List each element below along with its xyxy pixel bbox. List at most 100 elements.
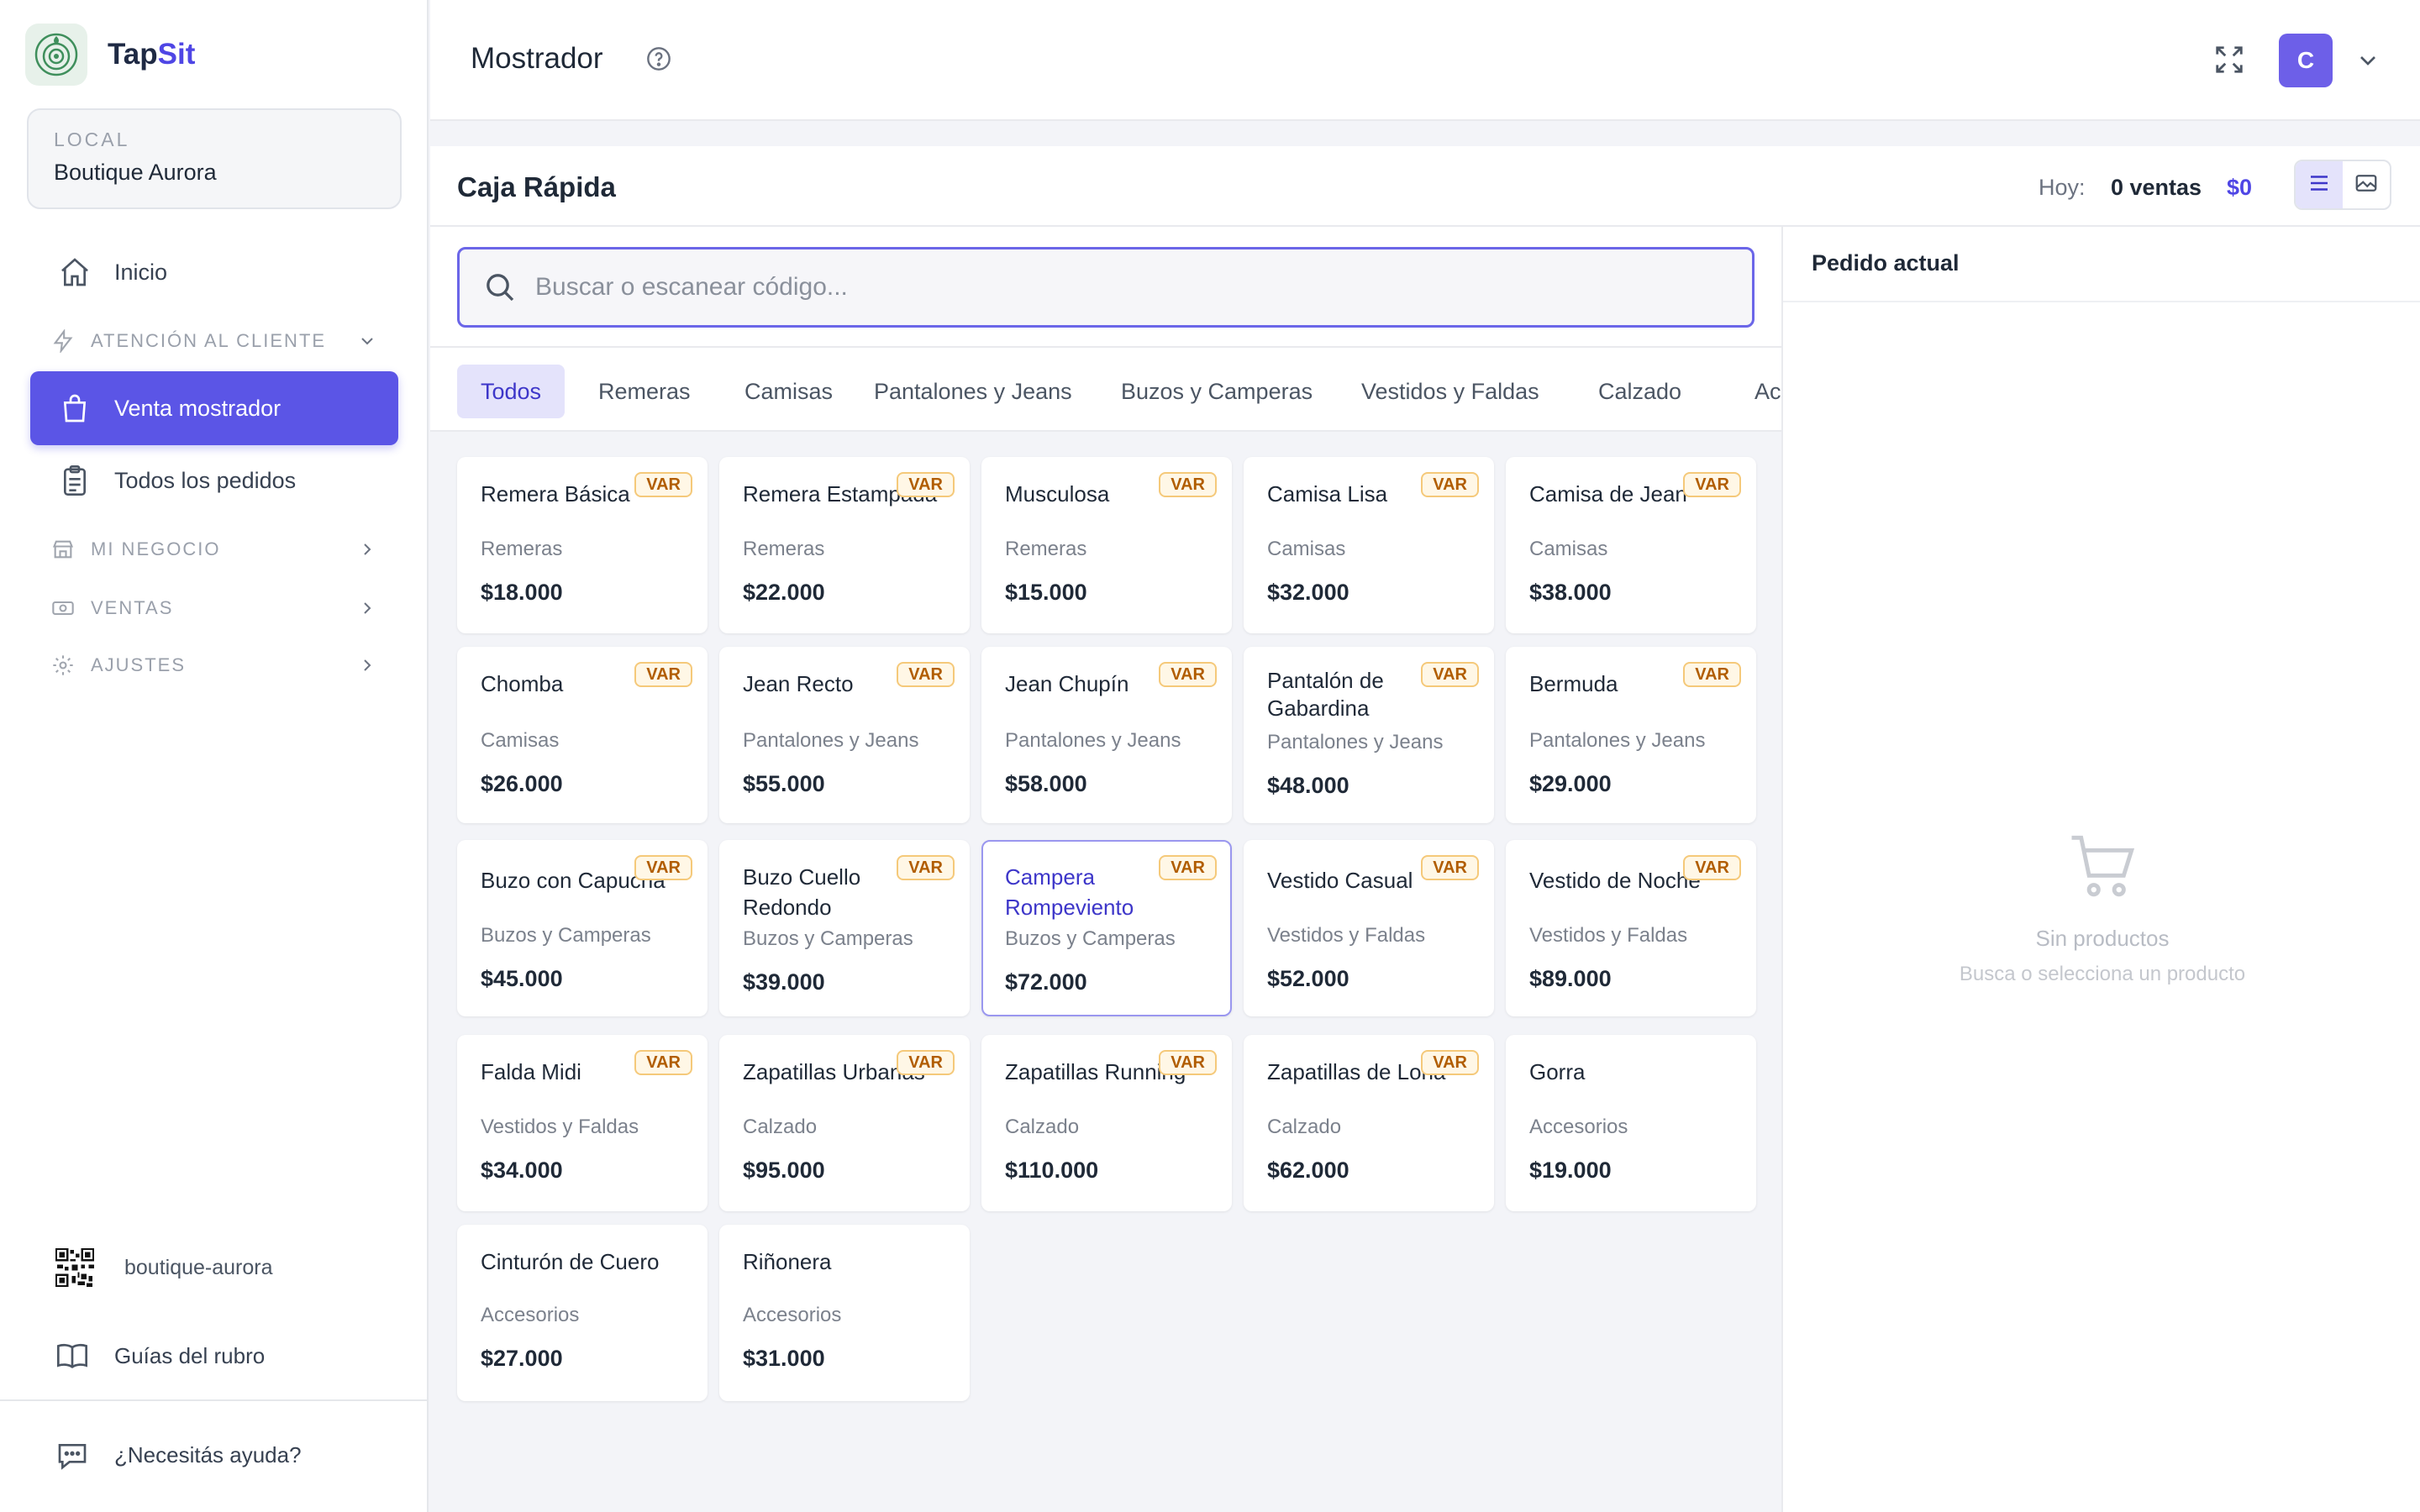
tab-camisas[interactable]: Camisas: [721, 365, 856, 418]
page-title: Mostrador: [471, 42, 603, 75]
product-card[interactable]: Zapatillas de Lona VAR Calzado $62.000: [1244, 1035, 1494, 1211]
list-view-button[interactable]: [2296, 161, 2343, 208]
product-card[interactable]: Buzo con Capucha VAR Buzos y Camperas $4…: [457, 840, 708, 1016]
product-card-selected[interactable]: Campera Rompeviento VAR Buzos y Camperas…: [981, 840, 1232, 1016]
product-category: Calzado: [1005, 1116, 1080, 1138]
brand[interactable]: TapSit: [25, 24, 195, 86]
variant-badge: VAR: [897, 662, 955, 687]
tab-pantalones[interactable]: Pantalones y Jeans: [850, 365, 1096, 418]
product-card[interactable]: Camisa Lisa VAR Camisas $32.000: [1244, 457, 1494, 633]
top-header: Mostrador C: [430, 0, 2420, 121]
variant-badge: VAR: [1159, 662, 1217, 687]
nav-item-venta-mostrador[interactable]: Venta mostrador: [30, 371, 398, 445]
product-price: $18.000: [481, 580, 563, 605]
product-card[interactable]: Bermuda VAR Pantalones y Jeans $29.000: [1506, 647, 1756, 823]
product-category: Accesorios: [743, 1304, 842, 1326]
fullscreen-icon[interactable]: [2213, 44, 2245, 76]
product-price: $48.000: [1267, 773, 1349, 798]
caja-header: Caja Rápida Hoy: 0 ventas $0: [430, 146, 2420, 227]
qr-link[interactable]: boutique-aurora: [55, 1248, 273, 1287]
product-card[interactable]: Riñonera Accesorios $31.000: [719, 1225, 970, 1401]
product-card[interactable]: Zapatillas Running VAR Calzado $110.000: [981, 1035, 1232, 1211]
variant-badge: VAR: [1421, 1050, 1479, 1075]
gear-icon: [50, 653, 76, 678]
product-card[interactable]: Jean Recto VAR Pantalones y Jeans $55.00…: [719, 647, 970, 823]
variant-badge: VAR: [1159, 855, 1217, 880]
nav-item-todos-pedidos[interactable]: Todos los pedidos: [30, 444, 398, 517]
tab-vestidos[interactable]: Vestidos y Faldas: [1338, 365, 1563, 418]
product-card[interactable]: Remera Estampada VAR Remeras $22.000: [719, 457, 970, 633]
product-card[interactable]: Vestido de Noche VAR Vestidos y Faldas $…: [1506, 840, 1756, 1016]
nav-section-ventas[interactable]: VENTAS: [50, 591, 380, 625]
guias-link[interactable]: Guías del rubro: [55, 1339, 265, 1373]
chevron-right-icon: [355, 653, 380, 678]
user-avatar[interactable]: C: [2279, 34, 2333, 87]
tab-accesorios[interactable]: Accesorios: [1731, 365, 1781, 418]
product-card[interactable]: Vestido Casual VAR Vestidos y Faldas $52…: [1244, 840, 1494, 1016]
local-name: Boutique Aurora: [54, 160, 217, 185]
qr-code-icon: [55, 1248, 94, 1287]
variant-badge: VAR: [1159, 1050, 1217, 1075]
order-title: Pedido actual: [1812, 250, 1960, 276]
empty-order-title: Sin productos: [2035, 926, 2170, 951]
tab-remeras[interactable]: Remeras: [575, 365, 714, 418]
product-card[interactable]: Pantalón de Gabardina VAR Pantalones y J…: [1244, 647, 1494, 823]
caja-title: Caja Rápida: [457, 171, 616, 202]
nav-item-label: Venta mostrador: [114, 395, 281, 421]
nav-section-negocio[interactable]: MI NEGOCIO: [50, 533, 380, 566]
product-category: Pantalones y Jeans: [1005, 729, 1181, 752]
variant-badge: VAR: [897, 1050, 955, 1075]
order-header: Pedido actual: [1783, 227, 2420, 302]
product-card[interactable]: Gorra Accesorios $19.000: [1506, 1035, 1756, 1211]
nav-section-atencion[interactable]: ATENCIÓN AL CLIENTE: [50, 324, 380, 358]
product-category: Vestidos y Faldas: [1529, 924, 1688, 947]
tab-todos[interactable]: Todos: [457, 365, 566, 418]
chevron-down-icon: [355, 328, 380, 354]
nav-item-inicio[interactable]: Inicio: [30, 235, 398, 309]
product-category: Pantalones y Jeans: [1267, 731, 1444, 753]
variant-badge: VAR: [1683, 662, 1741, 687]
product-category: Camisas: [1267, 538, 1346, 560]
order-panel: Pedido actual Sin productos Busca o sele…: [1781, 227, 2420, 1512]
product-price: $52.000: [1267, 966, 1349, 991]
search-bar: [430, 227, 1781, 348]
product-card[interactable]: Buzo Cuello Redondo VAR Buzos y Camperas…: [719, 840, 970, 1016]
search-icon: [483, 270, 517, 304]
product-price: $45.000: [481, 966, 563, 991]
variant-badge: VAR: [634, 662, 692, 687]
product-category: Buzos y Camperas: [1005, 927, 1176, 950]
image-icon: [2354, 171, 2379, 200]
product-price: $39.000: [743, 969, 825, 995]
product-category: Calzado: [1267, 1116, 1342, 1138]
variant-badge: VAR: [1421, 855, 1479, 880]
guias-label: Guías del rubro: [114, 1342, 266, 1368]
local-selector[interactable]: LOCAL Boutique Aurora: [27, 108, 402, 209]
nav-section-ajustes[interactable]: AJUSTES: [50, 648, 380, 682]
nav-section-label: VENTAS: [91, 597, 174, 618]
product-card[interactable]: Cinturón de Cuero Accesorios $27.000: [457, 1225, 708, 1401]
search-box[interactable]: [457, 247, 1754, 328]
product-category: Accesorios: [481, 1304, 580, 1326]
product-price: $32.000: [1267, 580, 1349, 605]
product-card[interactable]: Falda Midi VAR Vestidos y Faldas $34.000: [457, 1035, 708, 1211]
tab-calzado[interactable]: Calzado: [1575, 365, 1705, 418]
qr-slug: boutique-aurora: [124, 1255, 273, 1279]
product-card[interactable]: Chomba VAR Camisas $26.000: [457, 647, 708, 823]
home-icon: [57, 255, 92, 290]
product-price: $22.000: [743, 580, 825, 605]
help-circle-icon[interactable]: [645, 45, 672, 72]
variant-badge: VAR: [634, 855, 692, 880]
image-view-button[interactable]: [2343, 161, 2390, 208]
product-card[interactable]: Camisa de Jean VAR Camisas $38.000: [1506, 457, 1756, 633]
product-name: Cinturón de Cuero: [481, 1249, 660, 1274]
help-link[interactable]: ¿Necesitás ayuda?: [55, 1438, 302, 1472]
product-card[interactable]: Jean Chupín VAR Pantalones y Jeans $58.0…: [981, 647, 1232, 823]
product-card[interactable]: Zapatillas Urbanas VAR Calzado $95.000: [719, 1035, 970, 1211]
product-card[interactable]: Musculosa VAR Remeras $15.000: [981, 457, 1232, 633]
search-input[interactable]: [535, 273, 1712, 302]
product-card[interactable]: Remera Básica VAR Remeras $18.000: [457, 457, 708, 633]
chevron-down-icon[interactable]: [2354, 47, 2381, 74]
product-price: $89.000: [1529, 966, 1612, 991]
category-tabs: Todos Remeras Camisas Pantalones y Jeans…: [430, 348, 1781, 432]
tab-buzos[interactable]: Buzos y Camperas: [1097, 365, 1336, 418]
